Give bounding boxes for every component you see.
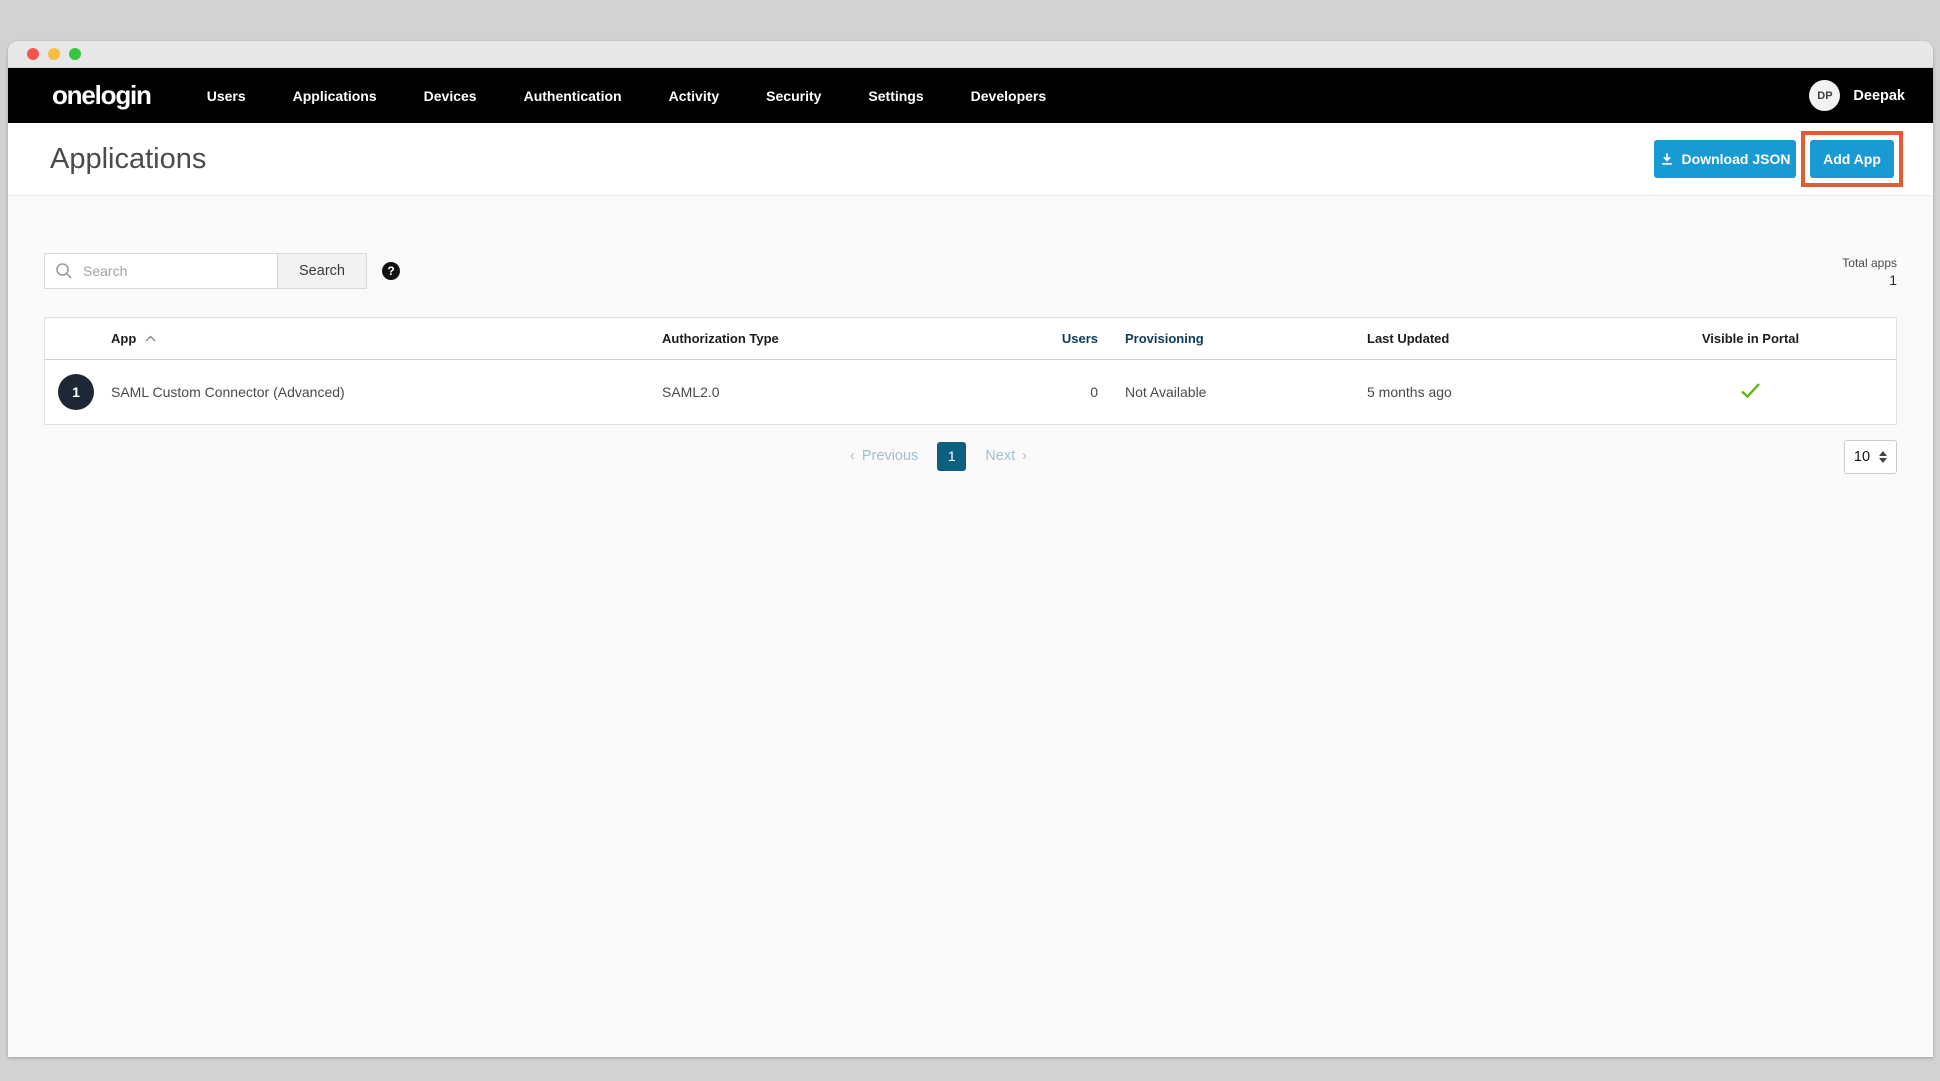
total-apps: Total apps 1: [1842, 253, 1897, 288]
nav-item-users[interactable]: Users: [207, 88, 246, 104]
app-name[interactable]: SAML Custom Connector (Advanced): [111, 384, 345, 400]
column-header-provisioning[interactable]: Provisioning: [1098, 331, 1367, 346]
row-number-badge: 1: [58, 374, 94, 410]
current-page-button[interactable]: 1: [937, 442, 966, 471]
page-size-select[interactable]: 10: [1844, 440, 1897, 474]
pager: ‹ Previous 1 Next ›: [850, 442, 1027, 471]
chevron-right-icon: ›: [1022, 448, 1027, 464]
nav-item-activity[interactable]: Activity: [669, 88, 720, 104]
column-header-visible-in-portal: Visible in Portal: [1605, 331, 1896, 346]
visible-in-portal-cell: [1605, 382, 1896, 402]
user-name[interactable]: Deepak: [1853, 88, 1905, 104]
close-window-icon[interactable]: [27, 48, 39, 60]
column-header-authorization-type: Authorization Type: [662, 331, 985, 346]
column-header-last-updated: Last Updated: [1367, 331, 1605, 346]
nav-item-authentication[interactable]: Authentication: [524, 88, 622, 104]
checkmark-icon: [1740, 382, 1761, 399]
onelogin-logo[interactable]: onelogin: [52, 80, 151, 111]
toolbar-row: Search ? Total apps 1: [44, 196, 1897, 289]
nav-item-developers[interactable]: Developers: [971, 88, 1046, 104]
page-title: Applications: [50, 143, 206, 176]
download-json-label: Download JSON: [1682, 151, 1791, 167]
chevron-left-icon: ‹: [850, 448, 855, 464]
provisioning-cell: Not Available: [1098, 384, 1367, 400]
search-icon: [55, 262, 73, 280]
app-name-cell[interactable]: 1 SAML Custom Connector (Advanced): [45, 384, 662, 400]
column-header-app[interactable]: App: [45, 331, 662, 346]
help-icon[interactable]: ?: [382, 262, 400, 280]
nav-item-applications[interactable]: Applications: [293, 88, 377, 104]
download-json-button[interactable]: Download JSON: [1654, 140, 1796, 178]
page-size-value: 10: [1854, 449, 1870, 465]
table-row[interactable]: 1 SAML Custom Connector (Advanced) SAML2…: [45, 360, 1896, 424]
search-input[interactable]: [44, 253, 278, 289]
spinner-arrows-icon: [1879, 451, 1887, 463]
users-count-cell: 0: [985, 384, 1098, 400]
authorization-type-cell: SAML2.0: [662, 384, 985, 400]
nav-item-security[interactable]: Security: [766, 88, 821, 104]
column-header-app-label: App: [111, 331, 136, 346]
browser-window: onelogin Users Applications Devices Auth…: [8, 41, 1933, 1057]
nav-item-settings[interactable]: Settings: [868, 88, 923, 104]
last-updated-cell: 5 months ago: [1367, 384, 1605, 400]
add-app-highlight-box: Add App: [1801, 131, 1903, 187]
pagination-row: ‹ Previous 1 Next › 10: [44, 438, 1897, 474]
total-apps-value: 1: [1842, 272, 1897, 288]
download-icon: [1660, 152, 1674, 166]
previous-label: Previous: [862, 448, 918, 464]
sort-ascending-icon: [145, 335, 156, 342]
user-avatar[interactable]: DP: [1809, 80, 1840, 111]
top-nav: onelogin Users Applications Devices Auth…: [8, 68, 1933, 123]
table-header-row: App Authorization Type Users Provisionin…: [45, 318, 1896, 360]
search-area: Search: [44, 253, 367, 289]
minimize-window-icon[interactable]: [48, 48, 60, 60]
nav-item-devices[interactable]: Devices: [424, 88, 477, 104]
add-app-button[interactable]: Add App: [1810, 140, 1894, 178]
search-button[interactable]: Search: [277, 253, 367, 289]
nav-menu: Users Applications Devices Authenticatio…: [207, 88, 1046, 104]
page-header: Applications Download JSON Add App: [8, 123, 1933, 196]
maximize-window-icon[interactable]: [69, 48, 81, 60]
total-apps-label: Total apps: [1842, 256, 1897, 270]
previous-page-button[interactable]: ‹ Previous: [850, 448, 918, 464]
main-content: Search ? Total apps 1 App Authorization …: [8, 196, 1933, 1057]
next-page-button[interactable]: Next ›: [985, 448, 1027, 464]
next-label: Next: [985, 448, 1015, 464]
window-titlebar: [8, 41, 1933, 68]
applications-table: App Authorization Type Users Provisionin…: [44, 317, 1897, 425]
column-header-users[interactable]: Users: [985, 331, 1098, 346]
